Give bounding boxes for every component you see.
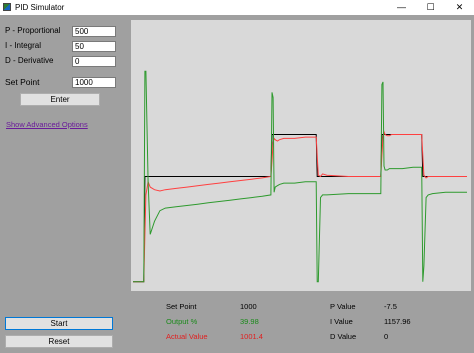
readout-d-label: D Value	[330, 332, 357, 341]
setpoint-line	[133, 134, 467, 283]
readout-output-label: Output %	[166, 317, 198, 326]
setpoint-row: Set Point	[5, 77, 72, 87]
readout-d-value: 0	[384, 332, 389, 341]
i-label: I - Integral	[5, 41, 42, 50]
d-label: D - Derivative	[5, 56, 54, 65]
readout-output-value: 39.98	[240, 317, 259, 326]
d-input[interactable]	[72, 56, 116, 67]
chart-panel	[131, 20, 471, 291]
readout-setpoint-value: 1000	[240, 302, 257, 311]
readout-p-label: P Value	[330, 302, 356, 311]
readout-actual-value: 1001.4	[240, 332, 263, 341]
app-icon	[3, 3, 11, 11]
maximize-button[interactable]: ☐	[416, 0, 445, 14]
enter-button[interactable]: Enter	[20, 93, 100, 106]
title-bar: PID Simulator — ☐ ✕	[0, 0, 474, 14]
p-input[interactable]	[72, 26, 116, 37]
start-button[interactable]: Start	[5, 317, 113, 330]
readout-setpoint-label: Set Point	[166, 302, 197, 311]
i-row: I - Integral	[5, 41, 72, 50]
p-row: P - Proportional	[5, 26, 72, 35]
window-title: PID Simulator	[15, 2, 65, 12]
reset-button[interactable]: Reset	[5, 335, 113, 348]
p-label: P - Proportional	[5, 26, 61, 35]
setpoint-label: Set Point	[5, 77, 40, 87]
client-area: P - Proportional I - Integral D - Deriva…	[0, 15, 474, 353]
readout-i-value: 1157.96	[384, 317, 411, 326]
advanced-options-link[interactable]: Show Advanced Options	[6, 120, 88, 129]
readout-actual-label: Actual Value	[166, 332, 208, 341]
window-controls: — ☐ ✕	[387, 0, 474, 14]
close-button[interactable]: ✕	[445, 0, 474, 14]
setpoint-input[interactable]	[72, 77, 116, 88]
minimize-button[interactable]: —	[387, 0, 416, 14]
i-input[interactable]	[72, 41, 116, 52]
pid-chart	[133, 70, 467, 283]
d-row: D - Derivative	[5, 56, 72, 65]
readout-i-label: I Value	[330, 317, 353, 326]
actual-value-line	[133, 130, 467, 283]
readout-p-value: -7.5	[384, 302, 397, 311]
